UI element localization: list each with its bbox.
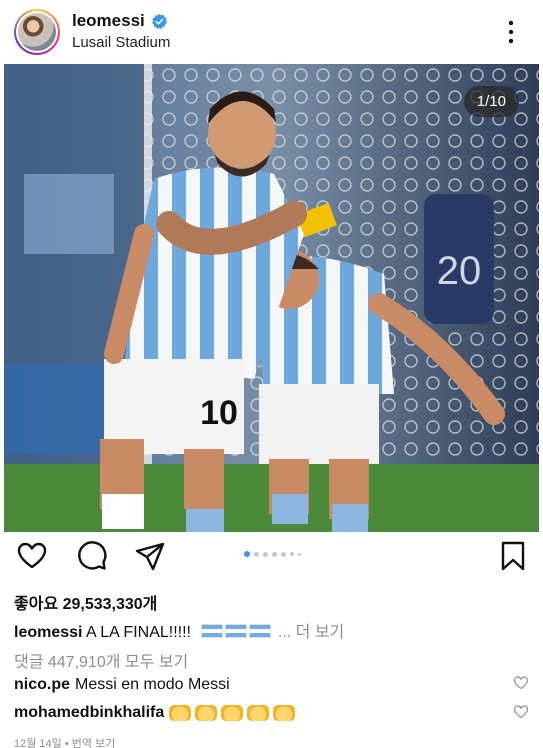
carousel-indicator (244, 551, 301, 557)
comment-username[interactable]: nico.pe (14, 676, 70, 694)
caption-username[interactable]: leomessi (14, 624, 82, 641)
bookmark-icon[interactable] (497, 540, 529, 572)
likes-count[interactable]: 좋아요 29,533,330개 (14, 590, 157, 614)
svg-text:10: 10 (200, 394, 238, 432)
see-more-link[interactable]: ... 더 보기 (278, 624, 344, 641)
carousel-dot (290, 552, 294, 556)
carousel-dot (272, 551, 277, 557)
svg-text:20: 20 (437, 249, 482, 293)
comment-icon[interactable] (76, 540, 108, 572)
argentina-flag-emoji (225, 624, 248, 638)
carousel-dot (281, 551, 286, 557)
comment: nico.pe Messi en modo Messi (14, 676, 230, 694)
carousel-dot (298, 552, 301, 556)
clapping-hands-emoji (247, 705, 270, 721)
username-row: leomessi (72, 11, 168, 31)
caption-text: A LA FINAL!!!!! (86, 624, 191, 641)
image-counter-badge: 1/10 (463, 86, 519, 117)
caption: leomessi A LA FINAL!!!!! ... 더 보기 (14, 618, 344, 642)
translate-link[interactable]: 번역 보기 (72, 738, 116, 748)
clapping-hands-emoji (273, 705, 296, 721)
avatar[interactable] (14, 9, 60, 55)
carousel-dot (254, 551, 259, 557)
username-link[interactable]: leomessi (72, 11, 145, 31)
clapping-hands-emoji (195, 705, 218, 721)
comment: mohamedbinkhalifa (14, 704, 299, 722)
share-icon[interactable] (134, 540, 166, 572)
heart-icon[interactable] (16, 540, 48, 572)
more-options-icon[interactable] (501, 18, 521, 46)
comment-like-heart-icon[interactable] (513, 675, 529, 691)
post-photo-illustration: 20 10 (4, 64, 539, 532)
carousel-dot-active (244, 551, 250, 557)
verified-badge-icon (151, 13, 167, 29)
avatar-image (18, 13, 56, 51)
post-date-row: 12월 14일 • 번역 보기 (14, 735, 115, 748)
view-all-comments-link[interactable]: 댓글 447,910개 모두 보기 (14, 648, 188, 672)
post-date: 12월 14일 (14, 738, 62, 748)
clapping-hands-emoji (221, 705, 244, 721)
post-header: leomessi Lusail Stadium (0, 0, 543, 64)
argentina-flag-emoji (249, 624, 272, 638)
post-image[interactable]: 20 10 1/10 (4, 64, 539, 532)
comment-text: Messi en modo Messi (75, 676, 230, 693)
location-link[interactable]: Lusail Stadium (72, 34, 170, 51)
comment-like-heart-icon[interactable] (513, 704, 529, 720)
separator: • (64, 738, 69, 748)
carousel-dot (263, 551, 268, 557)
argentina-flag-emoji (201, 624, 224, 638)
comment-username[interactable]: mohamedbinkhalifa (14, 704, 164, 722)
clapping-hands-emoji (169, 705, 192, 721)
